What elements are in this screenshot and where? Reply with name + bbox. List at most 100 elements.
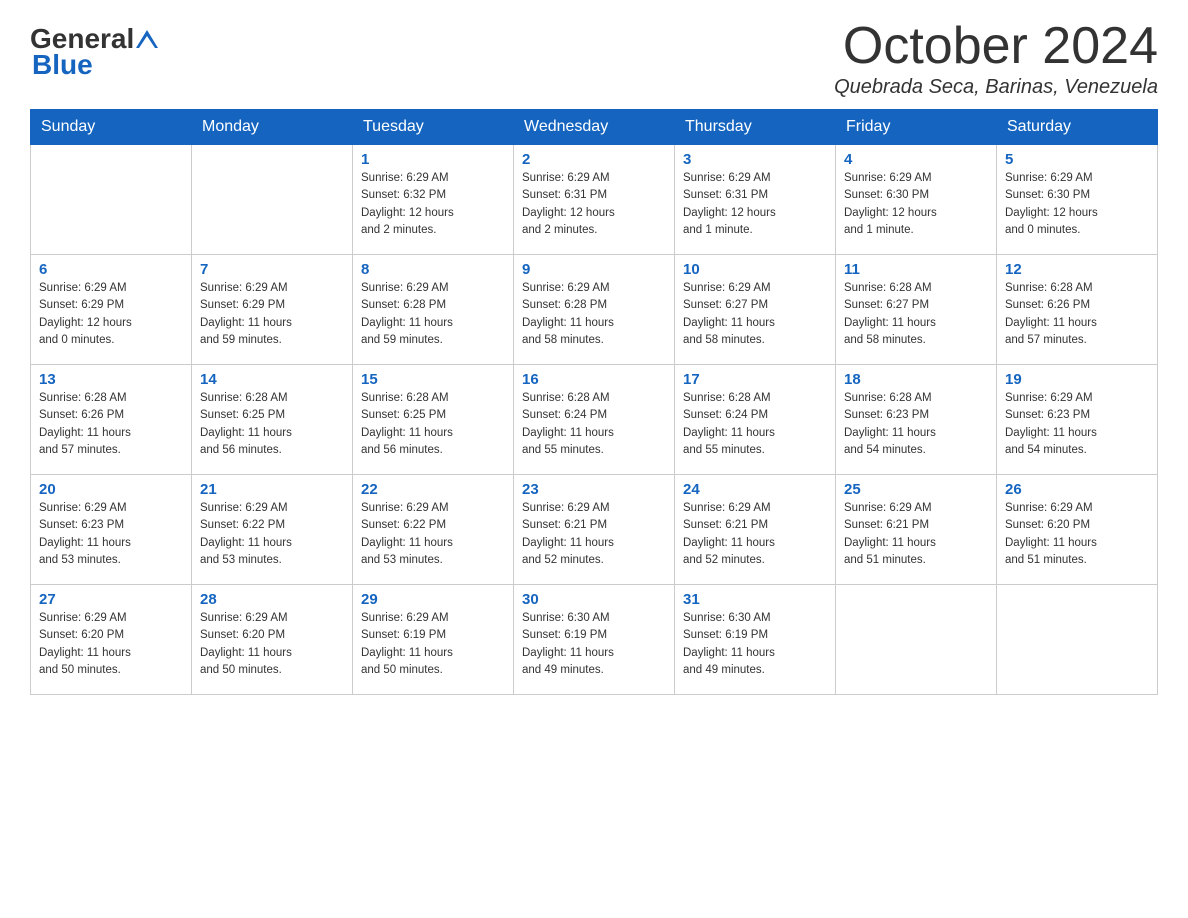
day-number: 30 [522,591,666,608]
month-title: October 2024 [834,20,1158,72]
day-info: Sunrise: 6:28 AMSunset: 6:24 PMDaylight:… [522,390,666,459]
calendar-cell: 30 Sunrise: 6:30 AMSunset: 6:19 PMDayligh… [514,585,675,695]
calendar-cell: 24 Sunrise: 6:29 AMSunset: 6:21 PMDayligh… [675,475,836,585]
day-info: Sunrise: 6:29 AMSunset: 6:31 PMDaylight:… [683,170,827,239]
calendar-cell: 10 Sunrise: 6:29 AMSunset: 6:27 PMDayligh… [675,255,836,365]
day-info: Sunrise: 6:30 AMSunset: 6:19 PMDaylight:… [683,610,827,679]
day-info: Sunrise: 6:29 AMSunset: 6:19 PMDaylight:… [361,610,505,679]
day-info: Sunrise: 6:29 AMSunset: 6:27 PMDaylight:… [683,280,827,349]
day-number: 2 [522,151,666,168]
day-number: 27 [39,591,183,608]
calendar-cell: 13Sunrise: 6:28 AMSunset: 6:26 PMDayligh… [31,365,192,475]
day-info: Sunrise: 6:29 AMSunset: 6:28 PMDaylight:… [522,280,666,349]
day-info: Sunrise: 6:29 AMSunset: 6:30 PMDaylight:… [1005,170,1149,239]
day-number: 4 [844,151,988,168]
column-header-sunday: Sunday [31,110,192,145]
column-header-tuesday: Tuesday [353,110,514,145]
calendar-cell: 8 Sunrise: 6:29 AMSunset: 6:28 PMDaylight… [353,255,514,365]
day-info: Sunrise: 6:29 AMSunset: 6:29 PMDaylight:… [200,280,344,349]
day-number: 11 [844,261,988,278]
calendar-cell [836,585,997,695]
day-info: Sunrise: 6:28 AMSunset: 6:25 PMDaylight:… [361,390,505,459]
column-header-thursday: Thursday [675,110,836,145]
calendar-cell: 29 Sunrise: 6:29 AMSunset: 6:19 PMDayligh… [353,585,514,695]
day-number: 5 [1005,151,1149,168]
day-number: 14 [200,371,344,388]
day-number: 10 [683,261,827,278]
day-number: 31 [683,591,827,608]
day-number: 29 [361,591,505,608]
calendar-cell [997,585,1158,695]
day-number: 16 [522,371,666,388]
day-number: 18 [844,371,988,388]
page-header: General Blue October 2024 Quebrada Seca,… [30,20,1158,99]
day-info: Sunrise: 6:29 AMSunset: 6:30 PMDaylight:… [844,170,988,239]
calendar-cell: 1 Sunrise: 6:29 AMSunset: 6:32 PMDaylight… [353,145,514,255]
day-info: Sunrise: 6:28 AMSunset: 6:23 PMDaylight:… [844,390,988,459]
calendar-cell: 20 Sunrise: 6:29 AMSunset: 6:23 PMDayligh… [31,475,192,585]
day-info: Sunrise: 6:29 AMSunset: 6:20 PMDaylight:… [200,610,344,679]
day-info: Sunrise: 6:29 AMSunset: 6:31 PMDaylight:… [522,170,666,239]
day-number: 9 [522,261,666,278]
column-header-friday: Friday [836,110,997,145]
title-section: October 2024 Quebrada Seca, Barinas, Ven… [834,20,1158,99]
day-number: 6 [39,261,183,278]
calendar-cell: 28Sunrise: 6:29 AMSunset: 6:20 PMDayligh… [192,585,353,695]
calendar-cell: 15 Sunrise: 6:28 AMSunset: 6:25 PMDayligh… [353,365,514,475]
week-row-4: 20 Sunrise: 6:29 AMSunset: 6:23 PMDayligh… [31,475,1158,585]
calendar-cell: 12 Sunrise: 6:28 AMSunset: 6:26 PMDayligh… [997,255,1158,365]
day-number: 1 [361,151,505,168]
calendar-header-row: SundayMondayTuesdayWednesdayThursdayFrid… [31,110,1158,145]
calendar-cell: 23Sunrise: 6:29 AMSunset: 6:21 PMDayligh… [514,475,675,585]
day-number: 26 [1005,481,1149,498]
week-row-2: 6 Sunrise: 6:29 AMSunset: 6:29 PMDaylight… [31,255,1158,365]
calendar-cell: 9 Sunrise: 6:29 AMSunset: 6:28 PMDaylight… [514,255,675,365]
week-row-3: 13Sunrise: 6:28 AMSunset: 6:26 PMDayligh… [31,365,1158,475]
calendar-cell: 22Sunrise: 6:29 AMSunset: 6:22 PMDayligh… [353,475,514,585]
logo-triangle-icon [136,30,158,50]
day-number: 24 [683,481,827,498]
week-row-1: 1 Sunrise: 6:29 AMSunset: 6:32 PMDaylight… [31,145,1158,255]
calendar-cell: 2 Sunrise: 6:29 AMSunset: 6:31 PMDaylight… [514,145,675,255]
calendar-cell: 18 Sunrise: 6:28 AMSunset: 6:23 PMDayligh… [836,365,997,475]
day-info: Sunrise: 6:29 AMSunset: 6:23 PMDaylight:… [39,500,183,569]
day-info: Sunrise: 6:28 AMSunset: 6:25 PMDaylight:… [200,390,344,459]
column-header-monday: Monday [192,110,353,145]
day-number: 15 [361,371,505,388]
column-header-wednesday: Wednesday [514,110,675,145]
day-info: Sunrise: 6:29 AMSunset: 6:21 PMDaylight:… [522,500,666,569]
day-info: Sunrise: 6:29 AMSunset: 6:32 PMDaylight:… [361,170,505,239]
day-info: Sunrise: 6:29 AMSunset: 6:28 PMDaylight:… [361,280,505,349]
day-number: 20 [39,481,183,498]
day-info: Sunrise: 6:29 AMSunset: 6:21 PMDaylight:… [683,500,827,569]
day-info: Sunrise: 6:28 AMSunset: 6:26 PMDaylight:… [1005,280,1149,349]
calendar-cell: 7 Sunrise: 6:29 AMSunset: 6:29 PMDaylight… [192,255,353,365]
calendar-cell [31,145,192,255]
day-info: Sunrise: 6:28 AMSunset: 6:27 PMDaylight:… [844,280,988,349]
calendar-cell: 11 Sunrise: 6:28 AMSunset: 6:27 PMDayligh… [836,255,997,365]
calendar-cell: 21Sunrise: 6:29 AMSunset: 6:22 PMDayligh… [192,475,353,585]
day-number: 12 [1005,261,1149,278]
day-info: Sunrise: 6:29 AMSunset: 6:23 PMDaylight:… [1005,390,1149,459]
day-number: 3 [683,151,827,168]
calendar-cell: 19 Sunrise: 6:29 AMSunset: 6:23 PMDayligh… [997,365,1158,475]
day-number: 13 [39,371,183,388]
day-number: 7 [200,261,344,278]
day-info: Sunrise: 6:29 AMSunset: 6:22 PMDaylight:… [361,500,505,569]
calendar-table: SundayMondayTuesdayWednesdayThursdayFrid… [30,109,1158,695]
calendar-cell: 5 Sunrise: 6:29 AMSunset: 6:30 PMDaylight… [997,145,1158,255]
day-number: 8 [361,261,505,278]
day-info: Sunrise: 6:28 AMSunset: 6:24 PMDaylight:… [683,390,827,459]
calendar-cell: 6 Sunrise: 6:29 AMSunset: 6:29 PMDaylight… [31,255,192,365]
location: Quebrada Seca, Barinas, Venezuela [834,76,1158,99]
calendar-cell [192,145,353,255]
day-info: Sunrise: 6:29 AMSunset: 6:29 PMDaylight:… [39,280,183,349]
day-info: Sunrise: 6:29 AMSunset: 6:21 PMDaylight:… [844,500,988,569]
day-info: Sunrise: 6:29 AMSunset: 6:20 PMDaylight:… [39,610,183,679]
logo-blue: Blue [32,49,93,81]
day-info: Sunrise: 6:30 AMSunset: 6:19 PMDaylight:… [522,610,666,679]
calendar-cell: 3 Sunrise: 6:29 AMSunset: 6:31 PMDaylight… [675,145,836,255]
week-row-5: 27 Sunrise: 6:29 AMSunset: 6:20 PMDayligh… [31,585,1158,695]
day-number: 19 [1005,371,1149,388]
calendar-cell: 27 Sunrise: 6:29 AMSunset: 6:20 PMDayligh… [31,585,192,695]
